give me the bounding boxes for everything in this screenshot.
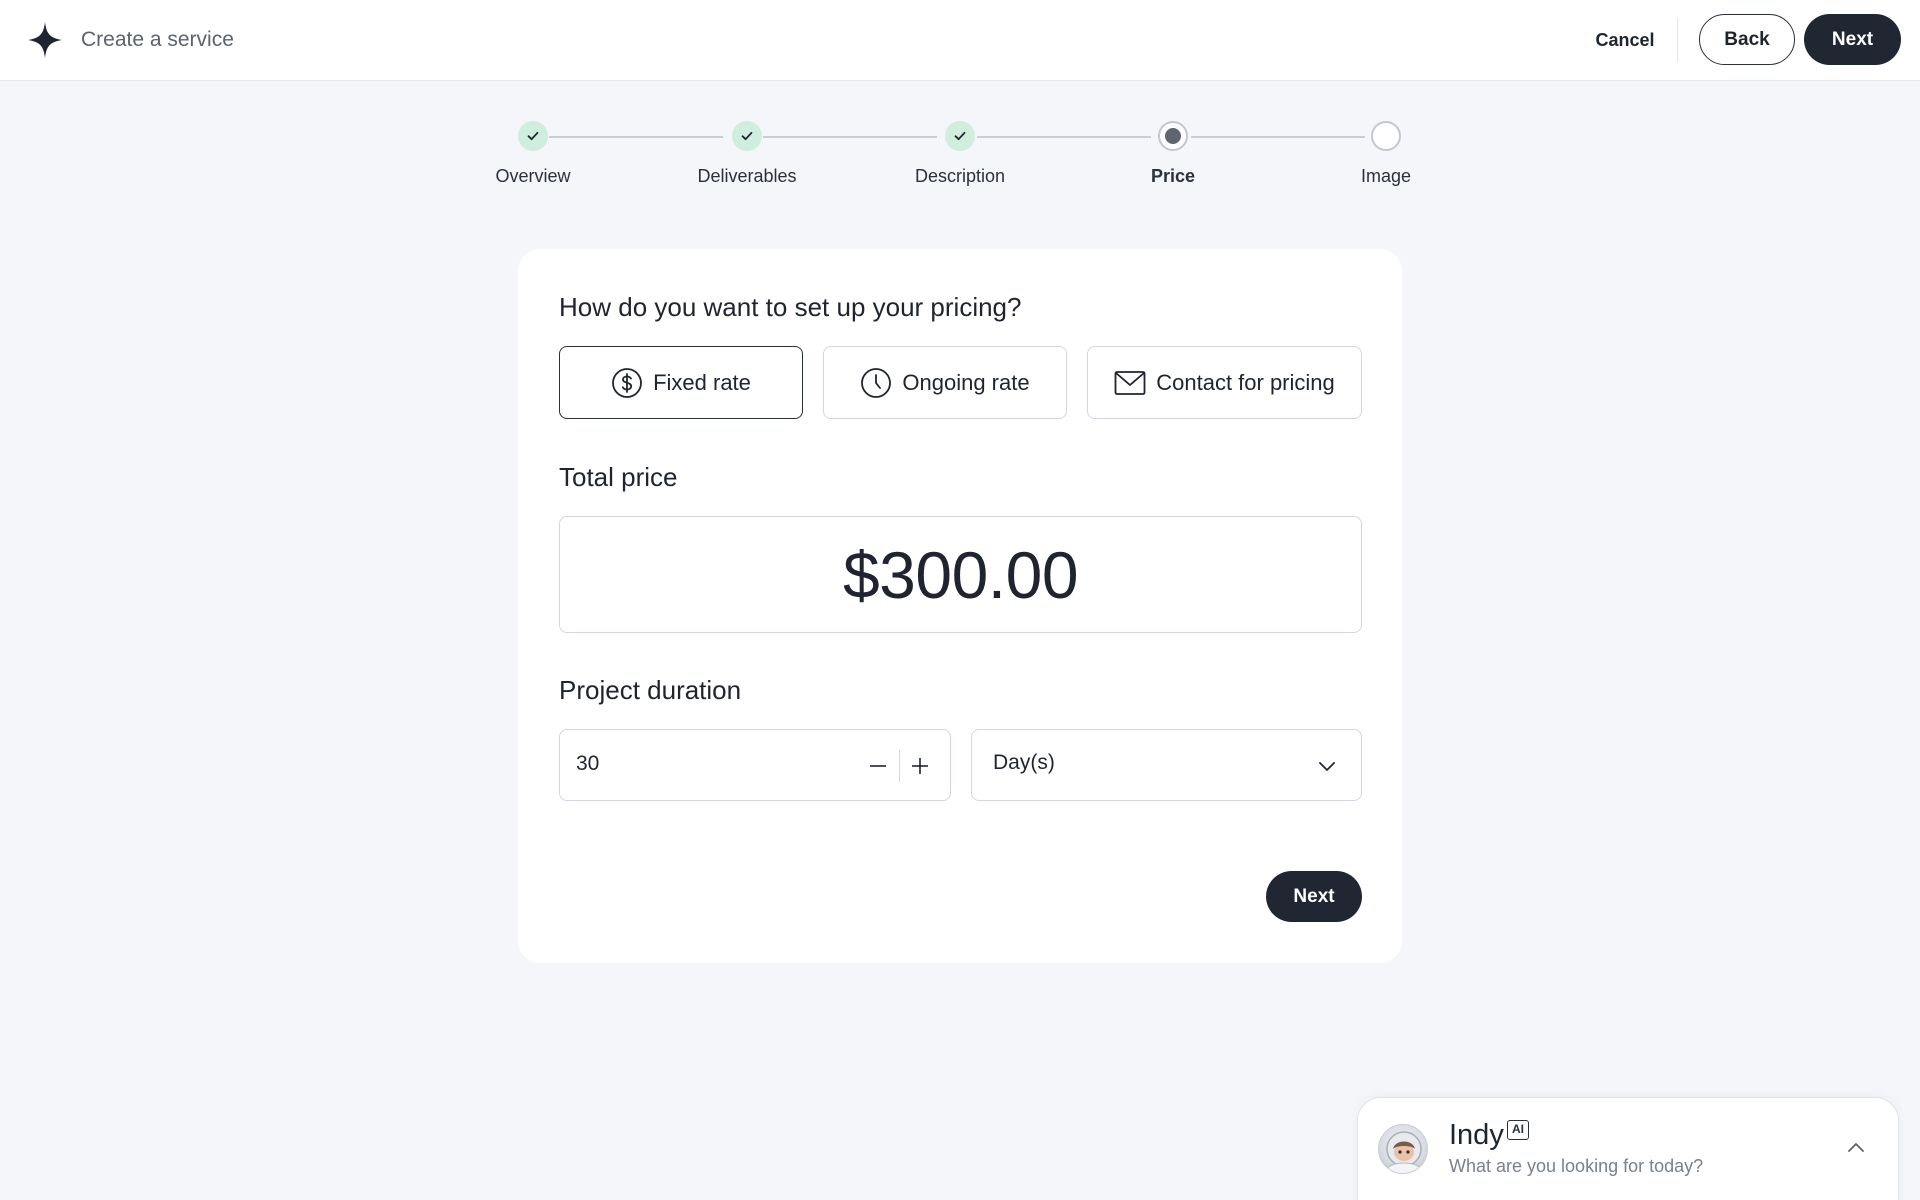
option-label: Contact for pricing [1156, 369, 1335, 395]
total-price-label: Total price [559, 462, 678, 492]
duration-stepper[interactable]: 30 [559, 729, 951, 801]
step-connector [977, 136, 1151, 138]
decrement-button[interactable] [860, 748, 896, 784]
step-label: Image [1360, 166, 1412, 186]
minus-icon [870, 765, 886, 767]
check-icon [945, 121, 975, 151]
option-label: Ongoing rate [902, 369, 1030, 395]
logo-icon [28, 22, 62, 58]
step-connector [763, 136, 937, 138]
duration-label: Project duration [559, 675, 742, 705]
ai-assistant-widget[interactable]: Indy AI What are you looking for today? [1357, 1097, 1899, 1200]
option-label: Fixed rate [653, 369, 751, 395]
contact-pricing-option[interactable]: Contact for pricing [1087, 346, 1362, 419]
duration-unit-value: Day(s) [993, 751, 1055, 774]
increment-button[interactable] [902, 748, 938, 784]
assistant-prompt[interactable]: What are you looking for today? [1449, 1156, 1703, 1177]
top-bar: Create a service Cancel Back Next [0, 0, 1920, 81]
check-icon [732, 121, 762, 151]
chevron-up-icon [1848, 1143, 1864, 1152]
page-title: Create a service [81, 28, 234, 51]
pricing-card: How do you want to set up your pricing? … [518, 249, 1402, 963]
assistant-name: Indy [1449, 1119, 1504, 1151]
cancel-button[interactable]: Cancel [1574, 22, 1676, 58]
step-label: Overview [495, 166, 571, 186]
dollar-circle-icon [612, 367, 642, 398]
stepper-divider [899, 750, 900, 782]
topbar-divider [1677, 18, 1678, 62]
duration-value[interactable]: 30 [576, 752, 599, 776]
next-button-header[interactable]: Next [1804, 14, 1901, 65]
step-label: Deliverables [697, 166, 797, 186]
total-price-field[interactable]: $300.00 [559, 516, 1362, 633]
chevron-down-icon [1319, 762, 1335, 771]
step-label: Description [914, 166, 1006, 186]
step-connector [1191, 136, 1365, 138]
envelope-icon [1114, 370, 1146, 395]
current-step-icon [1158, 121, 1188, 151]
fixed-rate-option[interactable]: Fixed rate [559, 346, 803, 419]
step-connector [549, 136, 723, 138]
pending-step-icon [1371, 121, 1401, 151]
clock-icon [861, 367, 892, 398]
check-icon [518, 121, 548, 151]
assistant-avatar [1378, 1124, 1428, 1174]
plus-icon [912, 758, 928, 774]
ai-badge: AI [1507, 1120, 1529, 1140]
back-button[interactable]: Back [1699, 14, 1795, 65]
next-button[interactable]: Next [1266, 871, 1362, 922]
step-label: Price [1150, 166, 1196, 186]
pricing-question: How do you want to set up your pricing? [559, 292, 1022, 322]
expand-assistant-button[interactable] [1838, 1130, 1874, 1166]
duration-unit-select[interactable]: Day(s) [971, 729, 1362, 801]
ongoing-rate-option[interactable]: Ongoing rate [823, 346, 1067, 419]
